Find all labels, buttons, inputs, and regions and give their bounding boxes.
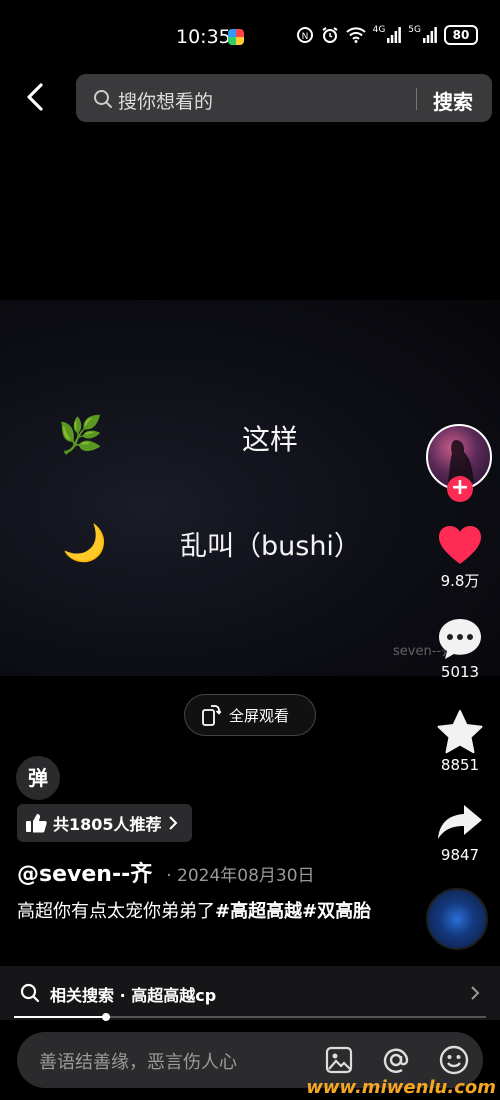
video-progress-bar[interactable] bbox=[14, 1013, 486, 1021]
network-4g-label: 4G bbox=[372, 25, 386, 35]
video-caption: 高超你有点太宠你弟弟了#高超高越#双高胎 bbox=[17, 898, 407, 926]
progress-handle[interactable] bbox=[102, 1013, 111, 1021]
thumbs-up-icon bbox=[26, 814, 47, 833]
favorite-count: 8851 bbox=[440, 756, 480, 774]
mention-icon[interactable] bbox=[381, 1045, 411, 1075]
status-time: 10:35 bbox=[176, 26, 231, 48]
hashtag-1[interactable]: #高超高越 bbox=[215, 901, 302, 922]
rotate-screen-icon bbox=[202, 705, 221, 726]
author-name[interactable]: @seven--齐 bbox=[17, 856, 152, 888]
app-notification-icon bbox=[228, 29, 244, 45]
comment-input[interactable]: 善语结善缘，恶言伤人心 bbox=[39, 1048, 237, 1074]
like-count: 9.8万 bbox=[440, 572, 480, 590]
music-disc[interactable] bbox=[426, 888, 488, 950]
search-button[interactable]: 搜索 bbox=[433, 86, 473, 115]
network-5g-label: 5G bbox=[408, 25, 421, 35]
search-header: 搜你想看的 搜索 bbox=[0, 70, 500, 126]
search-bar[interactable]: 搜你想看的 搜索 bbox=[76, 74, 492, 122]
search-icon bbox=[20, 983, 40, 1003]
fullscreen-button[interactable]: 全屏观看 bbox=[184, 694, 316, 736]
video-text-line1: 这样 bbox=[242, 423, 299, 456]
progress-fill bbox=[14, 1016, 107, 1018]
signal-5g-icon bbox=[423, 27, 437, 43]
chevron-right-icon bbox=[471, 986, 480, 1000]
danmu-toggle[interactable]: 弹 bbox=[16, 756, 60, 800]
emoji-icon[interactable] bbox=[438, 1044, 470, 1076]
fullscreen-label: 全屏观看 bbox=[229, 706, 290, 725]
star-icon[interactable] bbox=[436, 709, 484, 755]
post-date-text: 2024年08月30日 bbox=[177, 866, 315, 886]
nfc-icon: N bbox=[296, 27, 313, 43]
recommend-label: 共1805人推荐 bbox=[53, 815, 162, 834]
status-bar: 10:35 N 4G 5G 80 bbox=[0, 0, 500, 70]
post-date: · 2024年08月30日 bbox=[166, 866, 315, 886]
wifi-icon bbox=[345, 27, 366, 43]
image-icon[interactable] bbox=[325, 1046, 353, 1074]
follow-button[interactable]: + bbox=[447, 476, 473, 502]
battery-indicator: 80 bbox=[444, 25, 478, 45]
svg-text:N: N bbox=[301, 32, 308, 42]
comment-count: 5013 bbox=[440, 663, 480, 681]
system-icons: N 4G 5G 80 bbox=[296, 25, 478, 45]
chevron-right-icon bbox=[168, 816, 177, 830]
comment-icon[interactable] bbox=[437, 617, 483, 661]
search-input[interactable]: 搜你想看的 bbox=[118, 87, 213, 114]
hashtag-2[interactable]: #双高胎 bbox=[302, 901, 371, 922]
search-icon bbox=[94, 90, 112, 108]
caption-text: 高超你有点太宠你弟弟了 bbox=[17, 901, 215, 922]
alarm-icon bbox=[322, 27, 338, 43]
share-icon[interactable] bbox=[436, 803, 484, 841]
search-divider bbox=[416, 88, 417, 110]
moon-emoji: 🌙 bbox=[62, 523, 107, 564]
author-row: @seven--齐 · 2024年08月30日 bbox=[17, 856, 315, 888]
recommend-button[interactable]: 共1805人推荐 bbox=[17, 804, 192, 842]
leaf-emoji: 🌿 bbox=[58, 415, 103, 456]
back-arrow-icon[interactable] bbox=[22, 80, 52, 114]
site-watermark: www.miwenlu.com bbox=[306, 1077, 496, 1098]
related-search-bar[interactable]: 相关搜索 · 高超高越cp bbox=[0, 966, 500, 1020]
heart-icon[interactable] bbox=[437, 524, 483, 566]
share-count: 9847 bbox=[440, 846, 480, 864]
signal-4g-icon bbox=[387, 27, 402, 43]
video-text-line2: 乱叫（bushi） bbox=[180, 531, 361, 562]
video-player[interactable]: 🌿 这样 🌙 乱叫（bushi） seven--齐 bbox=[0, 300, 500, 676]
related-search-text: 相关搜索 · 高超高越cp bbox=[50, 986, 217, 1005]
